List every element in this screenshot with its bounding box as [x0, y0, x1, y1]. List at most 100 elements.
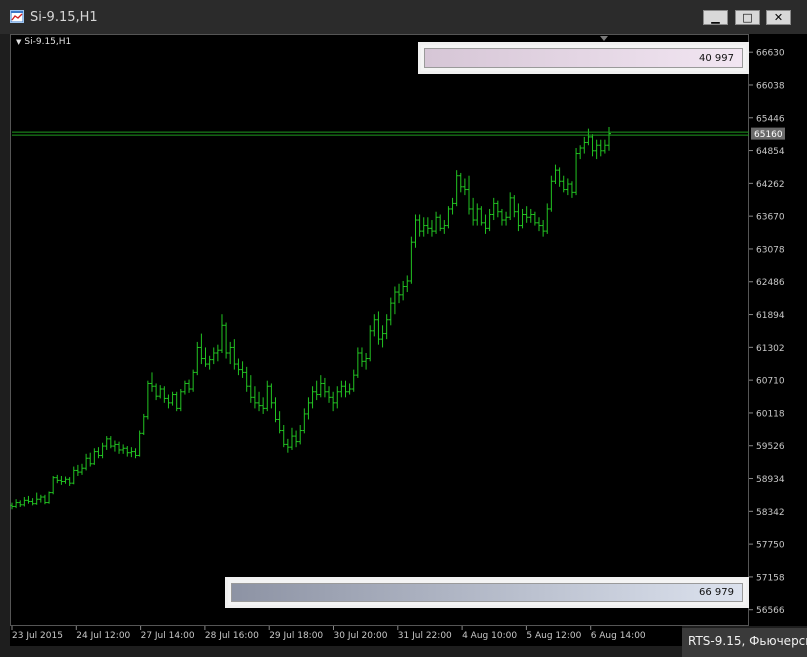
- ohlc-bar: [397, 283, 402, 304]
- ohlc-bar: [285, 438, 290, 453]
- ohlc-bar: [569, 181, 574, 198]
- x-tick-label: 4 Aug 10:00: [462, 631, 517, 641]
- ohlc-bar: [125, 446, 130, 457]
- ohlc-bar: [277, 411, 282, 434]
- ohlc-bar: [578, 145, 583, 160]
- ohlc-bar: [100, 442, 105, 459]
- ohlc-bar: [224, 322, 229, 359]
- ohlc-bar: [565, 178, 570, 196]
- ohlc-bar: [541, 220, 546, 237]
- ohlc-bar: [471, 197, 476, 226]
- ohlc-bar: [149, 372, 154, 392]
- x-tick-label: 29 Jul 18:00: [269, 631, 323, 641]
- ohlc-bar: [553, 164, 558, 185]
- ohlc-bar: [413, 214, 418, 248]
- ohlc-bar: [154, 383, 159, 401]
- ohlc-bar: [322, 377, 327, 398]
- ohlc-bar: [273, 397, 278, 423]
- ohlc-bar: [479, 206, 484, 226]
- caret-down-icon[interactable]: ▼: [16, 38, 21, 46]
- ohlc-bar: [598, 139, 603, 157]
- ohlc-bar: [429, 220, 434, 237]
- ohlc-bar: [244, 366, 249, 392]
- ohlc-bar: [42, 494, 47, 505]
- ohlc-bar: [380, 325, 385, 348]
- ohlc-bar: [483, 214, 488, 234]
- y-tick-label: 57750: [756, 541, 785, 551]
- ohlc-bar: [327, 386, 332, 403]
- ohlc-bar: [545, 203, 550, 234]
- ohlc-bar: [409, 236, 414, 284]
- ohlc-bar: [199, 333, 204, 365]
- ohlc-bar: [425, 217, 430, 234]
- ohlc-bar: [195, 341, 200, 376]
- ohlc-bar: [232, 339, 237, 370]
- x-tick-label: 6 Aug 14:00: [591, 631, 646, 641]
- ohlc-bar: [306, 397, 311, 420]
- top-value-bar: 40 997: [424, 48, 743, 68]
- ohlc-bar: [586, 128, 591, 146]
- ohlc-bar: [607, 126, 611, 151]
- ohlc-bar: [108, 436, 113, 449]
- ohlc-bar: [516, 203, 521, 232]
- ohlc-bar: [557, 167, 562, 187]
- ohlc-bar: [248, 375, 253, 403]
- chart-symbol-label: ▼ Si-9.15,H1: [16, 37, 72, 47]
- ohlc-bar: [372, 314, 377, 337]
- y-tick-label: 60118: [756, 409, 785, 419]
- y-tick-label: 60710: [756, 377, 785, 387]
- ohlc-bar: [417, 214, 422, 237]
- ohlc-bar: [162, 386, 167, 403]
- ohlc-bar: [549, 175, 554, 212]
- ohlc-bar: [129, 447, 134, 458]
- y-tick-label: 61894: [756, 311, 785, 321]
- x-tick-label: 30 Jul 20:00: [334, 631, 388, 641]
- ohlc-bar: [47, 491, 52, 504]
- ohlc-bar: [318, 375, 323, 398]
- y-tick-label: 58342: [756, 508, 785, 518]
- x-tick-label: 23 Jul 2015: [12, 631, 63, 641]
- y-tick-label: 65446: [756, 114, 785, 124]
- ohlc-bar: [537, 217, 542, 232]
- x-tick-label: 24 Jul 12:00: [76, 631, 130, 641]
- ohlc-bar: [117, 441, 122, 454]
- current-price-label: 65160: [754, 130, 783, 140]
- ohlc-bar: [38, 494, 43, 503]
- ohlc-bar: [26, 495, 31, 504]
- ohlc-bar: [257, 391, 262, 412]
- ohlc-bar: [207, 355, 212, 370]
- ohlc-bar: [302, 408, 307, 434]
- y-tick-label: 64854: [756, 147, 785, 157]
- ohlc-bar: [18, 500, 23, 507]
- ohlc-bar: [331, 391, 336, 412]
- ohlc-bar: [458, 172, 463, 193]
- ohlc-bar: [499, 208, 504, 226]
- ohlc-bar: [22, 497, 27, 507]
- ohlc-bar: [228, 341, 233, 365]
- shift-marker-icon[interactable]: [600, 36, 608, 41]
- ohlc-bar: [392, 286, 397, 315]
- ohlc-bar: [55, 474, 60, 484]
- ohlc-bar: [335, 386, 340, 409]
- ohlc-bar: [294, 430, 299, 448]
- ohlc-bar: [71, 466, 76, 485]
- bottom-value-box: 66 979: [225, 577, 749, 608]
- y-tick-label: 63670: [756, 213, 785, 223]
- y-tick-label: 66630: [756, 49, 785, 59]
- ohlc-bar: [475, 203, 480, 226]
- ohlc-bar: [170, 391, 175, 406]
- ohlc-bar: [528, 208, 533, 223]
- ohlc-bar: [88, 452, 93, 467]
- ohlc-bar: [34, 492, 39, 505]
- ohlc-bar: [174, 391, 179, 412]
- x-tick-label: 27 Jul 14:00: [141, 631, 195, 641]
- status-tab-rts[interactable]: RTS-9.15, Фьючерсн: [682, 628, 807, 657]
- top-value-text: 40 997: [699, 52, 734, 64]
- y-tick-label: 66038: [756, 81, 785, 91]
- ohlc-bar: [137, 430, 142, 457]
- ohlc-bar: [112, 440, 117, 452]
- ohlc-bar: [450, 197, 455, 215]
- ohlc-bar: [289, 427, 294, 450]
- ohlc-bar: [438, 214, 443, 232]
- ohlc-bar: [384, 314, 389, 340]
